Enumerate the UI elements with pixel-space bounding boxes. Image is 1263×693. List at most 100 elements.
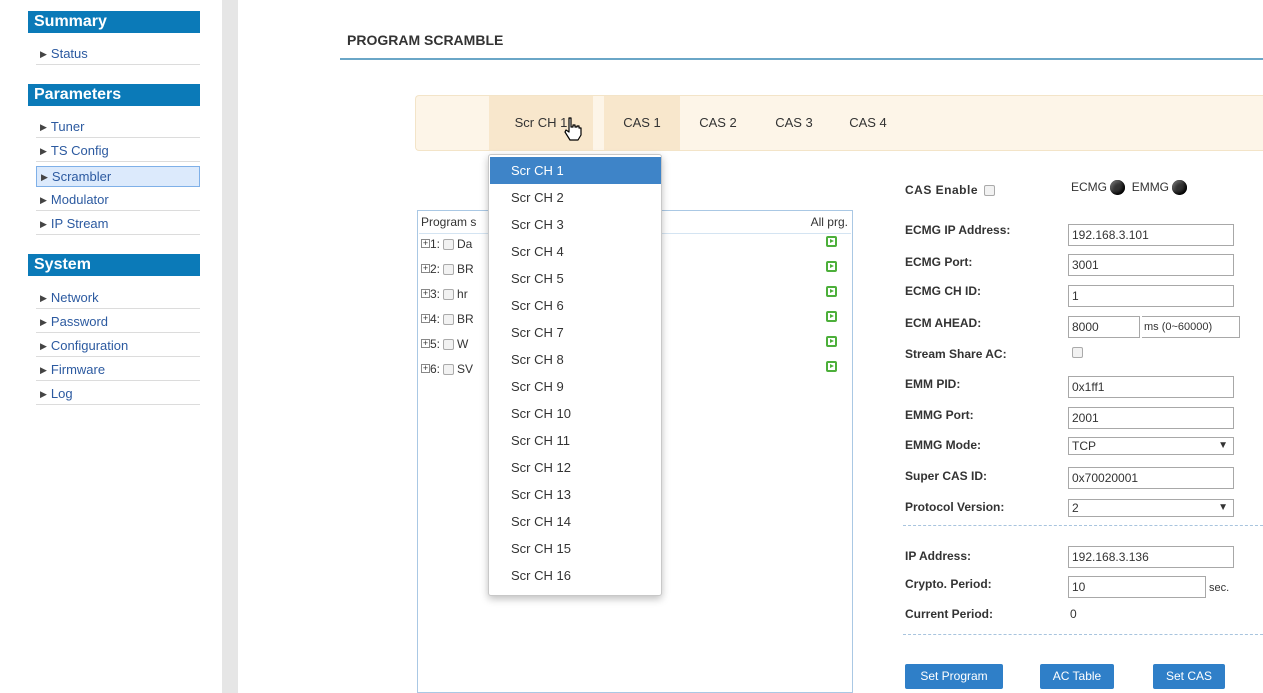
play-icon[interactable] [826,236,837,247]
crypto-period-input[interactable]: 10 [1068,576,1206,598]
sidebar-item-label: Firmware [50,362,106,377]
ecmg-ip-input[interactable]: 192.168.3.101 [1068,224,1234,246]
set-program-button[interactable]: Set Program [905,664,1003,689]
tab-bar: Scr CH 1 CAS 1 CAS 2 CAS 3 CAS 4 [415,95,1263,151]
sidebar-item-modulator[interactable]: ▶ Modulator [36,190,200,211]
dropdown-option-scr-ch-8[interactable]: Scr CH 8 [490,346,661,373]
sidebar-item-configuration[interactable]: ▶ Configuration [36,336,200,357]
sidebar-item-label: Modulator [50,192,109,207]
program-row[interactable]: +4: BR [421,312,474,330]
ip-address-input[interactable]: 192.168.3.136 [1068,546,1234,568]
sidebar-item-firmware[interactable]: ▶ Firmware [36,360,200,381]
sidebar-item-label: Status [50,46,88,61]
program-checkbox[interactable] [443,364,455,376]
dropdown-option-scr-ch-16[interactable]: Scr CH 16 [490,562,661,589]
program-checkbox[interactable] [443,289,455,301]
dropdown-option-scr-ch-11[interactable]: Scr CH 11 [490,427,661,454]
dropdown-option-scr-ch-9[interactable]: Scr CH 9 [490,373,661,400]
ac-table-button[interactable]: AC Table [1040,664,1114,689]
expand-icon[interactable]: + [421,264,430,273]
play-icon[interactable] [826,311,837,322]
expand-icon[interactable]: + [421,289,430,298]
hand-cursor-icon [564,117,582,141]
dropdown-option-scr-ch-13[interactable]: Scr CH 13 [490,481,661,508]
program-row[interactable]: +6: SV [421,362,473,380]
dropdown-option-scr-ch-5[interactable]: Scr CH 5 [490,265,661,292]
tab-cas-4[interactable]: CAS 4 [838,96,898,150]
triangle-right-icon: ▶ [41,172,48,182]
play-icon[interactable] [826,286,837,297]
expand-icon[interactable]: + [421,239,430,248]
emm-pid-input[interactable]: 0x1ff1 [1068,376,1234,398]
expand-icon[interactable]: + [421,339,430,348]
scr-ch-dropdown[interactable]: Scr CH 1 Scr CH 2 Scr CH 3 Scr CH 4 Scr … [488,154,662,596]
dropdown-option-scr-ch-3[interactable]: Scr CH 3 [490,211,661,238]
program-number: 6: [430,362,441,376]
dropdown-option-scr-ch-6[interactable]: Scr CH 6 [490,292,661,319]
dropdown-option-scr-ch-12[interactable]: Scr CH 12 [490,454,661,481]
ecm-ahead-input[interactable]: 8000 [1068,316,1140,338]
ecm-ahead-unit: ms (0~60000) [1142,316,1240,338]
ecmg-port-input[interactable]: 3001 [1068,254,1234,276]
ecmg-port-label: ECMG Port: [905,255,973,269]
ecmg-ch-id-input[interactable]: 1 [1068,285,1234,307]
section-divider [903,525,1263,526]
program-row[interactable]: +1: Da [421,237,472,255]
emmg-port-input[interactable]: 2001 [1068,407,1234,429]
sidebar-item-tuner[interactable]: ▶ Tuner [36,117,200,138]
set-cas-button[interactable]: Set CAS [1153,664,1225,689]
expand-icon[interactable]: + [421,364,430,373]
sidebar-item-network[interactable]: ▶ Network [36,288,200,309]
program-name: BR [457,262,474,276]
super-cas-input[interactable]: 0x70020001 [1068,467,1234,489]
triangle-right-icon: ▶ [40,293,47,303]
program-row[interactable]: +2: BR [421,262,474,280]
sidebar-item-ip-stream[interactable]: ▶ IP Stream [36,214,200,235]
title-divider [340,58,1263,60]
dropdown-option-scr-ch-10[interactable]: Scr CH 10 [490,400,661,427]
sidebar-item-status[interactable]: ▶ Status [36,44,200,65]
current-period-label: Current Period: [905,607,994,621]
dropdown-option-scr-ch-14[interactable]: Scr CH 14 [490,508,661,535]
sidebar-item-label: Tuner [50,119,85,134]
sidebar-item-password[interactable]: ▶ Password [36,312,200,333]
tab-cas-1[interactable]: CAS 1 [604,96,680,150]
cas-enable-checkbox[interactable] [983,185,995,197]
program-row[interactable]: +3: hr [421,287,468,305]
emm-pid-label: EMM PID: [905,377,961,391]
dropdown-option-scr-ch-1[interactable]: Scr CH 1 [490,157,661,184]
dropdown-option-scr-ch-7[interactable]: Scr CH 7 [490,319,661,346]
protocol-version-label: Protocol Version: [905,500,1005,514]
expand-icon[interactable]: + [421,314,430,323]
program-checkbox[interactable] [443,314,455,326]
sidebar-item-ts-config[interactable]: ▶ TS Config [36,141,200,162]
crypto-period-unit: sec. [1209,582,1230,594]
stream-share-checkbox[interactable] [1072,347,1083,358]
emmg-port-label: EMMG Port: [905,408,974,422]
dropdown-option-scr-ch-4[interactable]: Scr CH 4 [490,238,661,265]
scr-ch-label: Scr CH 1 [514,115,568,130]
program-checkbox[interactable] [443,339,455,351]
program-row[interactable]: +5: W [421,337,468,355]
dropdown-option-scr-ch-15[interactable]: Scr CH 15 [490,535,661,562]
sidebar-item-log[interactable]: ▶ Log [36,384,200,405]
program-number: 3: [430,287,441,301]
emmg-mode-select[interactable]: TCP ▼ [1068,437,1234,455]
sidebar-item-scrambler[interactable]: ▶ Scrambler [36,166,200,187]
program-checkbox[interactable] [443,239,455,251]
ip-address-label: IP Address: [905,549,972,563]
tab-cas-3[interactable]: CAS 3 [764,96,824,150]
cas-enable-row: CAS Enable [905,183,998,197]
tab-cas-2[interactable]: CAS 2 [688,96,748,150]
play-icon[interactable] [826,336,837,347]
dropdown-option-scr-ch-2[interactable]: Scr CH 2 [490,184,661,211]
triangle-right-icon: ▶ [40,341,47,351]
program-checkbox[interactable] [443,264,455,276]
sidebar-item-label: Scrambler [51,169,112,184]
play-icon[interactable] [826,261,837,272]
play-icon[interactable] [826,361,837,372]
triangle-right-icon: ▶ [40,219,47,229]
protocol-version-select[interactable]: 2 ▼ [1068,499,1234,517]
program-number: 2: [430,262,441,276]
all-programs-label[interactable]: All prg. [811,215,848,229]
